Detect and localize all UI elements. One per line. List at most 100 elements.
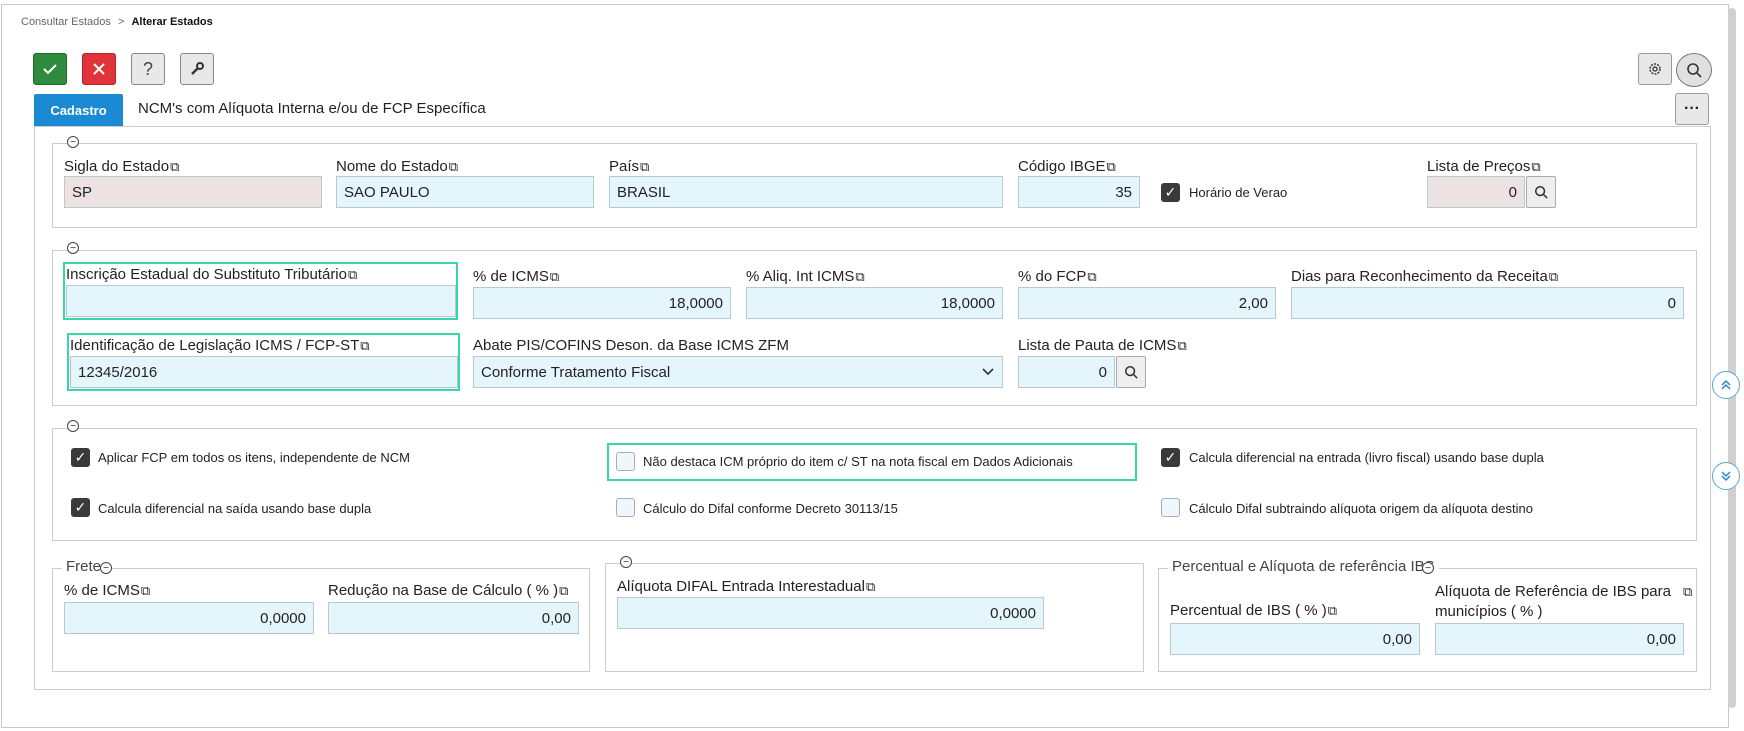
ibs-percentual-label: Percentual de IBS ( % )⧉ bbox=[1170, 602, 1338, 619]
ibs-percentual-field[interactable]: 0,00 bbox=[1170, 623, 1420, 655]
pauta-label: Lista de Pauta de ICMS⧉ bbox=[1018, 337, 1187, 354]
chevron-down-icon bbox=[982, 368, 994, 376]
collapse-icon[interactable]: − bbox=[67, 136, 79, 148]
diferencial-entrada-checkbox[interactable]: ✓ bbox=[1161, 448, 1180, 467]
lista-precos-label: Lista de Preços⧉ bbox=[1427, 158, 1541, 175]
copy-icon[interactable]: ⧉ bbox=[855, 269, 864, 284]
ibge-label: Código IBGE⧉ bbox=[1018, 158, 1116, 175]
frete-reducao-label: Redução na Base de Cálculo ( % )⧉ bbox=[328, 582, 569, 599]
collapse-icon[interactable]: − bbox=[67, 420, 79, 432]
nao-destaca-icm-checkbox[interactable] bbox=[616, 452, 635, 471]
pais-label: País⧉ bbox=[609, 158, 650, 175]
horario-verao-checkbox[interactable]: ✓ bbox=[1161, 183, 1180, 202]
aplicar-fcp-checkbox[interactable]: ✓ bbox=[71, 448, 90, 467]
abate-select-value: Conforme Tratamento Fiscal bbox=[481, 363, 671, 381]
difal-decreto-label: Cálculo do Difal conforme Decreto 30113/… bbox=[643, 501, 898, 516]
ibs-aliquota-label: Alíquota de Referência de IBS para ⧉ muni… bbox=[1435, 583, 1693, 620]
abate-select[interactable]: Conforme Tratamento Fiscal bbox=[473, 356, 1003, 388]
copy-icon[interactable]: ⧉ bbox=[1107, 159, 1116, 174]
settings-button[interactable] bbox=[1638, 53, 1672, 85]
icms-label: % de ICMS⧉ bbox=[473, 268, 560, 285]
search-icon bbox=[1124, 365, 1138, 379]
help-button[interactable]: ? bbox=[131, 53, 165, 85]
copy-icon[interactable]: ⧉ bbox=[360, 338, 369, 353]
difal-subtraindo-checkbox[interactable] bbox=[1161, 498, 1180, 517]
breadcrumb: Consultar Estados > Alterar Estados bbox=[21, 16, 213, 28]
difal-label: Alíquota DIFAL Entrada Interestadual⧉ bbox=[617, 578, 876, 595]
copy-icon[interactable]: ⧉ bbox=[449, 159, 458, 174]
diferencial-entrada-label: Calcula diferencial na entrada (livro fi… bbox=[1189, 450, 1544, 465]
collapse-icon[interactable]: − bbox=[67, 242, 79, 254]
collapse-icon[interactable]: − bbox=[620, 556, 632, 568]
more-options-button[interactable]: ··· bbox=[1675, 93, 1709, 125]
copy-icon[interactable]: ⧉ bbox=[1549, 269, 1558, 284]
search-icon bbox=[1687, 63, 1702, 78]
copy-icon[interactable]: ⧉ bbox=[559, 583, 568, 598]
dias-label: Dias para Reconhecimento da Receita⧉ bbox=[1291, 268, 1559, 285]
fcp-label: % do FCP⧉ bbox=[1018, 268, 1097, 285]
ibge-field[interactable]: 35 bbox=[1018, 176, 1140, 208]
nao-destaca-icm-label: Não destaca ICM próprio do item c/ ST na… bbox=[643, 454, 1073, 469]
icms-field[interactable]: 18,0000 bbox=[473, 287, 731, 319]
copy-icon[interactable]: ⧉ bbox=[348, 267, 357, 282]
vertical-scrollbar[interactable] bbox=[1728, 8, 1736, 708]
frete-reducao-field[interactable]: 0,00 bbox=[328, 602, 579, 634]
aliq-int-icms-field[interactable]: 18,0000 bbox=[746, 287, 1003, 319]
tab-ncm-aliquota[interactable]: NCM's com Alíquota Interna e/ou de FCP E… bbox=[138, 100, 486, 117]
ibs-legend: Percentual e Alíquota de referência IBS bbox=[1168, 558, 1439, 575]
copy-icon[interactable]: ⧉ bbox=[1683, 584, 1692, 599]
aplicar-fcp-label: Aplicar FCP em todos os itens, independe… bbox=[98, 450, 410, 465]
scroll-up-icon[interactable] bbox=[1712, 371, 1740, 399]
wrench-icon bbox=[191, 62, 204, 75]
copy-icon[interactable]: ⧉ bbox=[1531, 159, 1540, 174]
copy-icon[interactable]: ⧉ bbox=[141, 583, 150, 598]
nome-field[interactable]: SAO PAULO bbox=[336, 176, 594, 208]
legislacao-field[interactable]: 12345/2016 bbox=[70, 356, 458, 388]
legislacao-label: Identificação de Legislação ICMS / FCP-S… bbox=[70, 337, 370, 354]
ie-field[interactable] bbox=[66, 285, 456, 317]
difal-decreto-checkbox[interactable] bbox=[616, 498, 635, 517]
lista-precos-search-button[interactable] bbox=[1526, 176, 1556, 208]
pais-field[interactable]: BRASIL bbox=[609, 176, 1003, 208]
search-icon bbox=[1534, 185, 1548, 199]
difal-subtraindo-label: Cálculo Difal subtraindo alíquota origem… bbox=[1189, 501, 1533, 516]
breadcrumb-parent[interactable]: Consultar Estados bbox=[21, 16, 111, 28]
tools-button[interactable] bbox=[180, 53, 214, 85]
frete-icms-field[interactable]: 0,0000 bbox=[64, 602, 314, 634]
horario-verao-label: Horário de Verao bbox=[1189, 185, 1288, 200]
abate-label: Abate PIS/COFINS Deson. da Base ICMS ZFM bbox=[473, 337, 789, 354]
breadcrumb-separator: > bbox=[117, 16, 125, 28]
sigla-field[interactable]: SP bbox=[64, 176, 322, 208]
close-icon bbox=[93, 63, 105, 75]
scroll-down-icon[interactable] bbox=[1712, 462, 1740, 490]
diferencial-saida-label: Calcula diferencial na saída usando base… bbox=[98, 501, 372, 516]
cancel-button[interactable] bbox=[82, 53, 116, 85]
lista-precos-field[interactable]: 0 bbox=[1427, 176, 1525, 208]
dias-field[interactable]: 0 bbox=[1291, 287, 1684, 319]
copy-icon[interactable]: ⧉ bbox=[1328, 603, 1337, 618]
collapse-icon[interactable]: − bbox=[100, 562, 112, 574]
pauta-field[interactable]: 0 bbox=[1018, 356, 1115, 388]
ie-label: Inscrição Estadual do Substituto Tributá… bbox=[66, 266, 358, 283]
tab-cadastro[interactable]: Cadastro bbox=[34, 94, 123, 126]
nome-label: Nome do Estado⧉ bbox=[336, 158, 459, 175]
aliq-int-icms-label: % Aliq. Int ICMS⧉ bbox=[746, 268, 865, 285]
breadcrumb-current: Alterar Estados bbox=[131, 16, 213, 28]
diferencial-saida-checkbox[interactable]: ✓ bbox=[71, 498, 90, 517]
difal-field[interactable]: 0,0000 bbox=[617, 597, 1044, 629]
collapse-icon[interactable]: − bbox=[1422, 562, 1434, 574]
copy-icon[interactable]: ⧉ bbox=[640, 159, 649, 174]
fcp-field[interactable]: 2,00 bbox=[1018, 287, 1276, 319]
confirm-button[interactable] bbox=[33, 53, 67, 85]
copy-icon[interactable]: ⧉ bbox=[1177, 338, 1186, 353]
copy-icon[interactable]: ⧉ bbox=[550, 269, 559, 284]
copy-icon[interactable]: ⧉ bbox=[170, 159, 179, 174]
copy-icon[interactable]: ⧉ bbox=[1087, 269, 1096, 284]
search-toggle-button[interactable] bbox=[1676, 53, 1712, 87]
ibs-aliquota-field[interactable]: 0,00 bbox=[1435, 623, 1684, 655]
copy-icon[interactable]: ⧉ bbox=[866, 579, 875, 594]
frete-legend: Frete bbox=[62, 558, 106, 575]
frete-icms-label: % de ICMS⧉ bbox=[64, 582, 151, 599]
check-icon bbox=[43, 64, 57, 75]
pauta-search-button[interactable] bbox=[1116, 356, 1146, 388]
